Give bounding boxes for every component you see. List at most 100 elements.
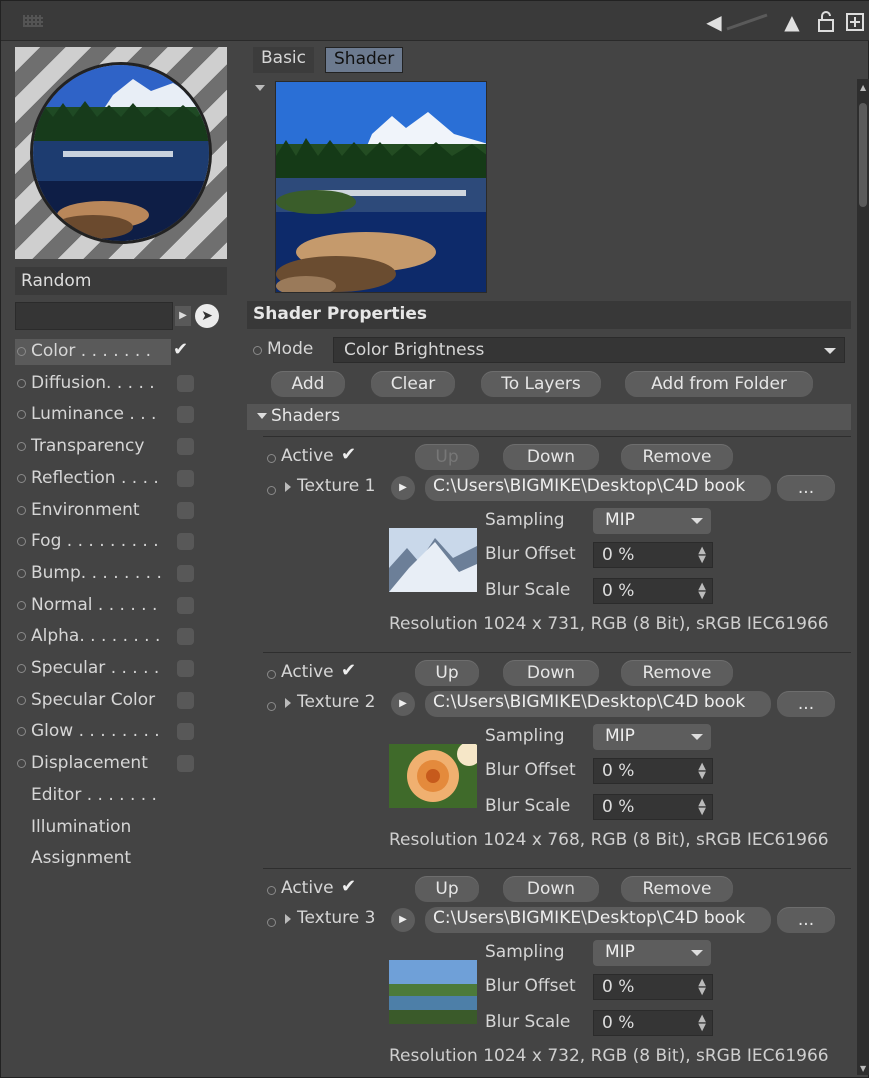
channel-animate-dot[interactable] — [17, 410, 26, 420]
down-button[interactable]: Down — [503, 876, 599, 902]
channel-item[interactable]: Assignment — [15, 846, 227, 872]
channel-checkbox[interactable] — [177, 533, 194, 551]
texture-animate-dot[interactable] — [267, 918, 276, 927]
remove-button[interactable]: Remove — [621, 876, 733, 902]
channel-animate-dot[interactable] — [17, 664, 26, 673]
sampling-dropdown[interactable]: MIP — [593, 940, 711, 966]
channel-animate-dot[interactable] — [17, 537, 26, 547]
add-button[interactable]: Add — [271, 371, 345, 397]
channel-item[interactable]: Normal . . . . . . — [15, 593, 227, 619]
history-slider[interactable] — [725, 11, 771, 33]
channel-item[interactable]: Color . . . . . . . ✔ — [15, 339, 188, 365]
channel-checkbox[interactable] — [177, 723, 194, 741]
sampling-dropdown[interactable]: MIP — [593, 508, 711, 534]
drag-grip-icon[interactable] — [23, 15, 43, 27]
channel-animate-dot[interactable] — [17, 568, 26, 578]
stepper-icon[interactable]: ▲ ▼ — [698, 582, 706, 601]
channel-item[interactable]: Luminance . . . — [15, 402, 227, 428]
channel-animate-dot[interactable] — [17, 473, 26, 483]
channel-checkbox[interactable] — [177, 596, 194, 614]
blur-scale-field[interactable]: 0 % ▲ ▼ — [593, 794, 713, 820]
browse-button[interactable]: ... — [777, 475, 835, 501]
stepper-icon[interactable]: ▲ ▼ — [698, 978, 706, 997]
new-window-icon[interactable] — [844, 11, 866, 33]
up-button[interactable]: Up — [415, 444, 479, 470]
sampling-dropdown[interactable]: MIP — [593, 724, 711, 750]
blur-scale-field[interactable]: 0 % ▲ ▼ — [593, 1010, 713, 1036]
vertical-scrollbar[interactable]: ▲ ▼ — [857, 79, 869, 1075]
browse-button[interactable]: ... — [777, 907, 835, 933]
stepper-icon[interactable]: ▲ ▼ — [698, 798, 706, 817]
channel-checkbox[interactable] — [177, 438, 194, 456]
texture-path-field[interactable]: C:\Users\BIGMIKE\Desktop\C4D book — [425, 475, 771, 501]
up-arrow-icon[interactable]: ▲ — [781, 11, 803, 33]
expand-triangle-icon[interactable] — [285, 914, 291, 924]
texture-path-field[interactable]: C:\Users\BIGMIKE\Desktop\C4D book — [425, 907, 771, 933]
up-button[interactable]: Up — [415, 876, 479, 902]
active-checkbox[interactable]: ✔ — [341, 444, 356, 465]
to-layers-button[interactable]: To Layers — [481, 371, 601, 397]
material-name-field[interactable]: Random — [15, 267, 227, 295]
channel-checkbox[interactable] — [177, 374, 194, 392]
active-animate-dot[interactable] — [267, 670, 276, 679]
channel-item[interactable]: Specular Color — [15, 688, 227, 714]
channel-animate-dot[interactable] — [17, 442, 26, 452]
channel-checkbox[interactable] — [177, 691, 194, 709]
shaders-group-header[interactable]: Shaders — [247, 404, 851, 430]
texture-animate-dot[interactable] — [267, 486, 276, 495]
channel-checkbox[interactable] — [177, 406, 194, 424]
clear-button[interactable]: Clear — [371, 371, 455, 397]
lock-icon[interactable] — [815, 11, 837, 33]
channel-item[interactable]: Environment — [15, 498, 227, 524]
active-animate-dot[interactable] — [267, 454, 276, 463]
channel-animate-dot[interactable] — [17, 759, 26, 769]
expand-triangle-icon[interactable] — [285, 482, 291, 492]
stepper-icon[interactable]: ▲ ▼ — [698, 546, 706, 565]
scroll-up-icon[interactable]: ▲ — [860, 83, 866, 92]
channel-item[interactable]: Bump. . . . . . . . — [15, 561, 227, 587]
add-from-folder-button[interactable]: Add from Folder — [625, 371, 813, 397]
preview-collapse-icon[interactable] — [255, 85, 265, 91]
expand-triangle-icon[interactable] — [285, 698, 291, 708]
mode-dropdown[interactable]: Color Brightness — [333, 337, 845, 363]
channel-checkbox[interactable] — [177, 501, 194, 519]
tab-shader[interactable]: Shader — [325, 47, 404, 73]
scrollbar-thumb[interactable] — [859, 103, 867, 207]
channel-animate-dot[interactable] — [17, 347, 26, 356]
down-button[interactable]: Down — [503, 660, 599, 686]
channel-item[interactable]: Specular . . . . . — [15, 656, 227, 682]
channel-item[interactable]: Transparency — [15, 434, 227, 460]
channel-filter-input[interactable] — [15, 302, 173, 330]
texture-options-icon[interactable]: ▶ — [391, 476, 415, 500]
active-animate-dot[interactable] — [267, 886, 276, 895]
mode-animate-dot[interactable] — [253, 346, 262, 355]
channel-item[interactable]: Displacement — [15, 751, 227, 777]
channel-animate-dot[interactable] — [17, 600, 26, 610]
channel-checkbox[interactable] — [177, 628, 194, 646]
channel-animate-dot[interactable] — [17, 727, 26, 737]
channel-checkbox[interactable] — [177, 564, 194, 582]
back-arrow-icon[interactable]: ◀ — [703, 11, 725, 33]
remove-button[interactable]: Remove — [621, 660, 733, 686]
blur-offset-field[interactable]: 0 % ▲ ▼ — [593, 758, 713, 784]
channel-animate-dot[interactable] — [17, 632, 26, 642]
texture-options-icon[interactable]: ▶ — [391, 692, 415, 716]
channel-item[interactable]: Glow . . . . . . . . — [15, 719, 227, 745]
scroll-down-icon[interactable]: ▼ — [860, 1064, 866, 1073]
channel-item[interactable]: Alpha. . . . . . . . — [15, 624, 227, 650]
channel-item[interactable]: Reflection . . . . — [15, 466, 227, 492]
texture-options-icon[interactable]: ▶ — [391, 908, 415, 932]
active-checkbox[interactable]: ✔ — [341, 660, 356, 681]
stepper-icon[interactable]: ▲ ▼ — [698, 762, 706, 781]
blur-offset-field[interactable]: 0 % ▲ ▼ — [593, 974, 713, 1000]
tab-basic[interactable]: Basic — [253, 47, 315, 73]
channel-animate-dot[interactable] — [17, 695, 26, 705]
channel-item[interactable]: Diffusion. . . . . — [15, 371, 227, 397]
filter-arrow-button[interactable]: ▶ — [175, 306, 191, 326]
up-button[interactable]: Up — [415, 660, 479, 686]
browse-button[interactable]: ... — [777, 691, 835, 717]
material-preview[interactable] — [15, 47, 227, 259]
picker-cursor-icon[interactable]: ➤ — [195, 304, 219, 328]
channel-checkbox[interactable] — [177, 660, 194, 677]
down-button[interactable]: Down — [503, 444, 599, 470]
